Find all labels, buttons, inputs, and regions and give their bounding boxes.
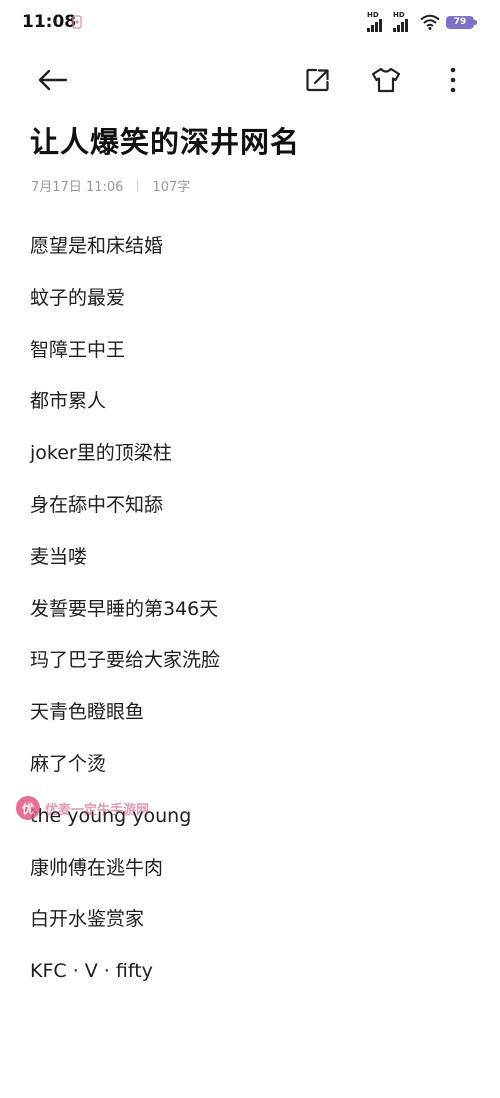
note-line: KFC · V · fifty (30, 960, 153, 983)
status-bar: 11:08 HD HD 79 (0, 0, 500, 44)
signal-2-label: HD (393, 11, 405, 19)
note-line: 发誓要早睡的第346天 (30, 597, 219, 620)
battery-tip (474, 20, 477, 25)
watermark-text: 优麦一定牛手游网 (45, 802, 150, 818)
note-title[interactable]: 让人爆笑的深井网名 (30, 119, 300, 161)
note-line: 蚊子的最爱 (30, 286, 126, 309)
note-line: 麦当喽 (30, 545, 88, 568)
note-word-count: 107字 (152, 180, 191, 195)
note-line: 愿望是和床结婚 (30, 235, 164, 257)
more-vertical-icon (450, 67, 456, 93)
arrow-left-icon (38, 69, 68, 91)
note-line: 康帅傅在逃牛肉 (30, 856, 164, 879)
note-line: 天青色瞪眼鱼 (30, 701, 145, 724)
watermark: 优 优麦一定牛手游网 (16, 796, 149, 820)
notification-icon (72, 15, 82, 29)
meta-divider (137, 179, 139, 192)
note-line: 玛了巴子要给大家洗脸 (30, 649, 221, 672)
note-meta: 7月17日 11:06 107字 (31, 176, 190, 195)
note-line: 智障王中王 (30, 338, 126, 361)
theme-button[interactable] (364, 55, 408, 105)
note-line: 身在舔中不知舔 (30, 493, 164, 516)
note-date: 7月17日 11:06 (31, 180, 124, 195)
tshirt-icon (371, 67, 401, 93)
note-line: 白开水鉴赏家 (30, 908, 145, 931)
note-line: 都市累人 (30, 390, 107, 413)
watermark-logo-icon: 优 (16, 796, 40, 820)
note-line: 麻了个烫 (30, 752, 107, 775)
status-time: 11:08 (22, 12, 77, 32)
back-button[interactable] (30, 55, 74, 105)
more-button[interactable] (431, 55, 475, 105)
toolbar (0, 55, 500, 105)
battery-indicator: 79 (446, 16, 474, 29)
share-button[interactable] (296, 55, 340, 105)
share-icon (306, 68, 329, 92)
wifi-icon (420, 14, 440, 30)
note-body[interactable]: 愿望是和床结婚 蚊子的最爱 智障王中王 都市累人 joker里的顶梁柱 身在舔中… (30, 220, 220, 997)
signal-1-label: HD (367, 11, 379, 19)
note-line: joker里的顶梁柱 (30, 442, 172, 465)
